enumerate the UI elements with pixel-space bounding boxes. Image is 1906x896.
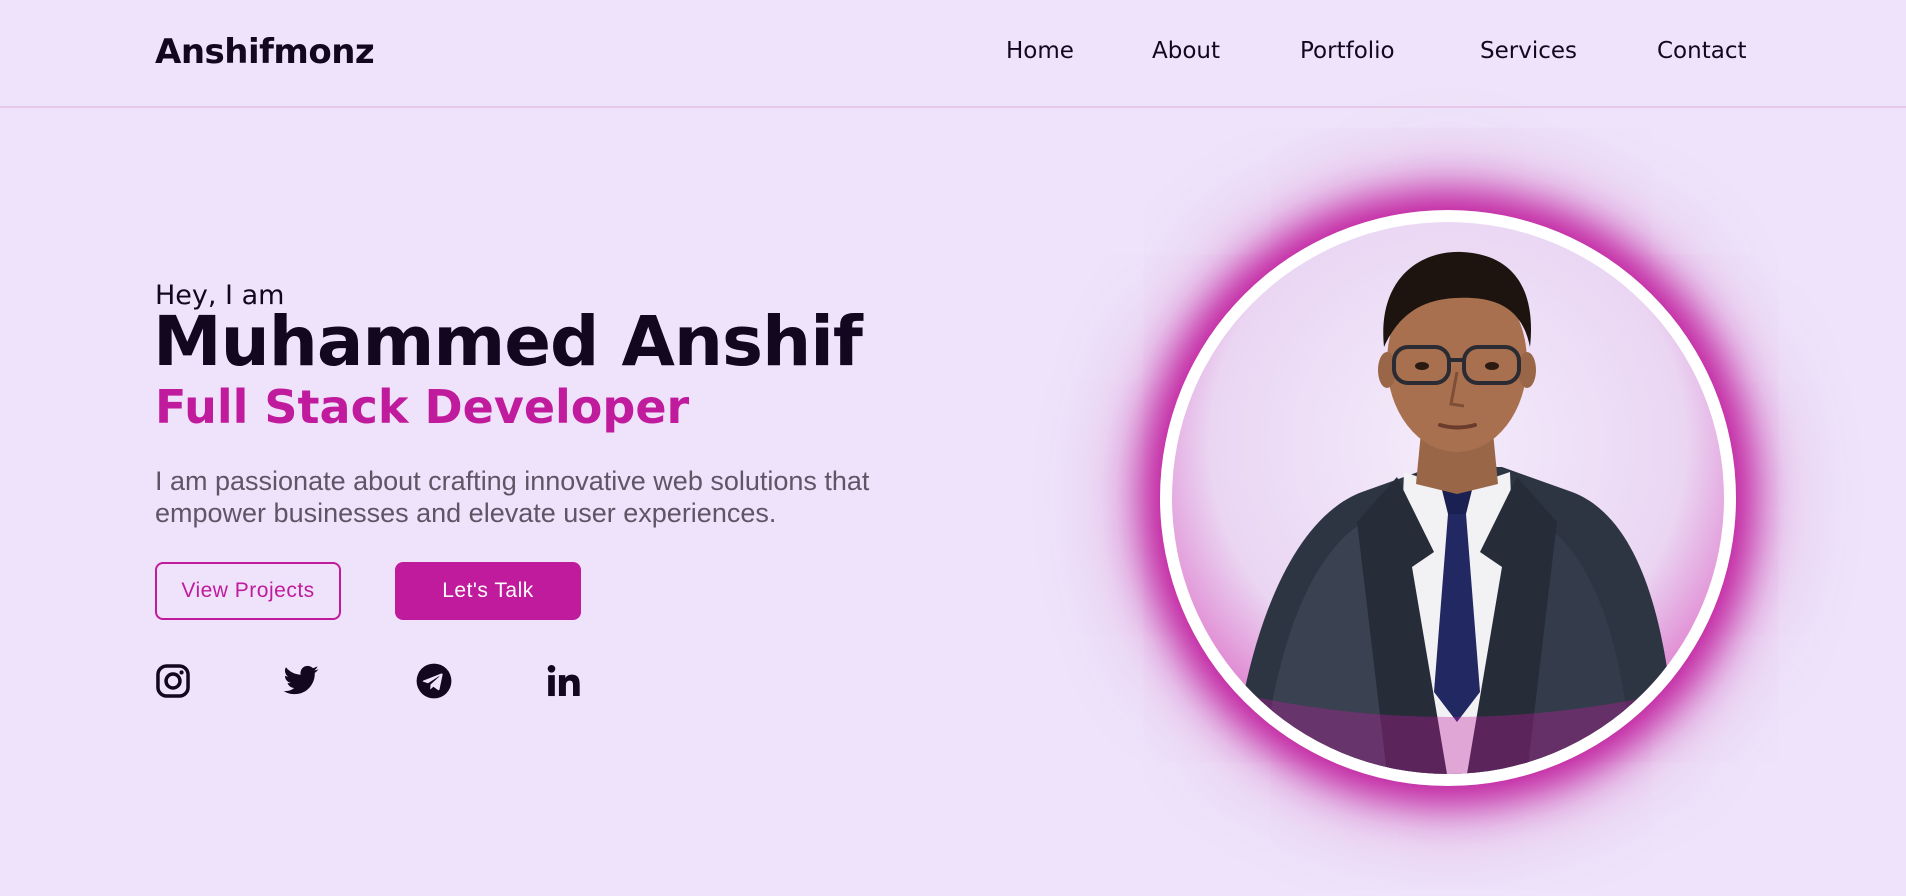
nav-services[interactable]: Services xyxy=(1480,38,1577,64)
navbar: Anshifmonz Home About Portfolio Services… xyxy=(0,0,1906,108)
hero-role: Full Stack Developer xyxy=(155,380,690,434)
hero-name: Muhammed Anshif xyxy=(153,302,863,382)
lets-talk-button[interactable]: Let's Talk xyxy=(395,562,581,620)
telegram-icon[interactable] xyxy=(415,662,453,700)
nav-contact[interactable]: Contact xyxy=(1657,38,1746,64)
linkedin-icon[interactable] xyxy=(545,662,583,700)
view-projects-button[interactable]: View Projects xyxy=(155,562,341,620)
hero-description: I am passionate about crafting innovativ… xyxy=(155,466,870,528)
profile-photo xyxy=(1172,222,1724,774)
profile-photo-frame xyxy=(1160,210,1736,786)
portrait-illustration xyxy=(1172,251,1724,774)
instagram-icon[interactable] xyxy=(154,662,192,700)
nav-about[interactable]: About xyxy=(1152,38,1220,64)
twitter-icon[interactable] xyxy=(282,662,320,700)
nav-portfolio[interactable]: Portfolio xyxy=(1300,38,1395,64)
nav-home[interactable]: Home xyxy=(1006,38,1074,64)
nav-menu: Home About Portfolio Services Contact xyxy=(0,38,1906,68)
